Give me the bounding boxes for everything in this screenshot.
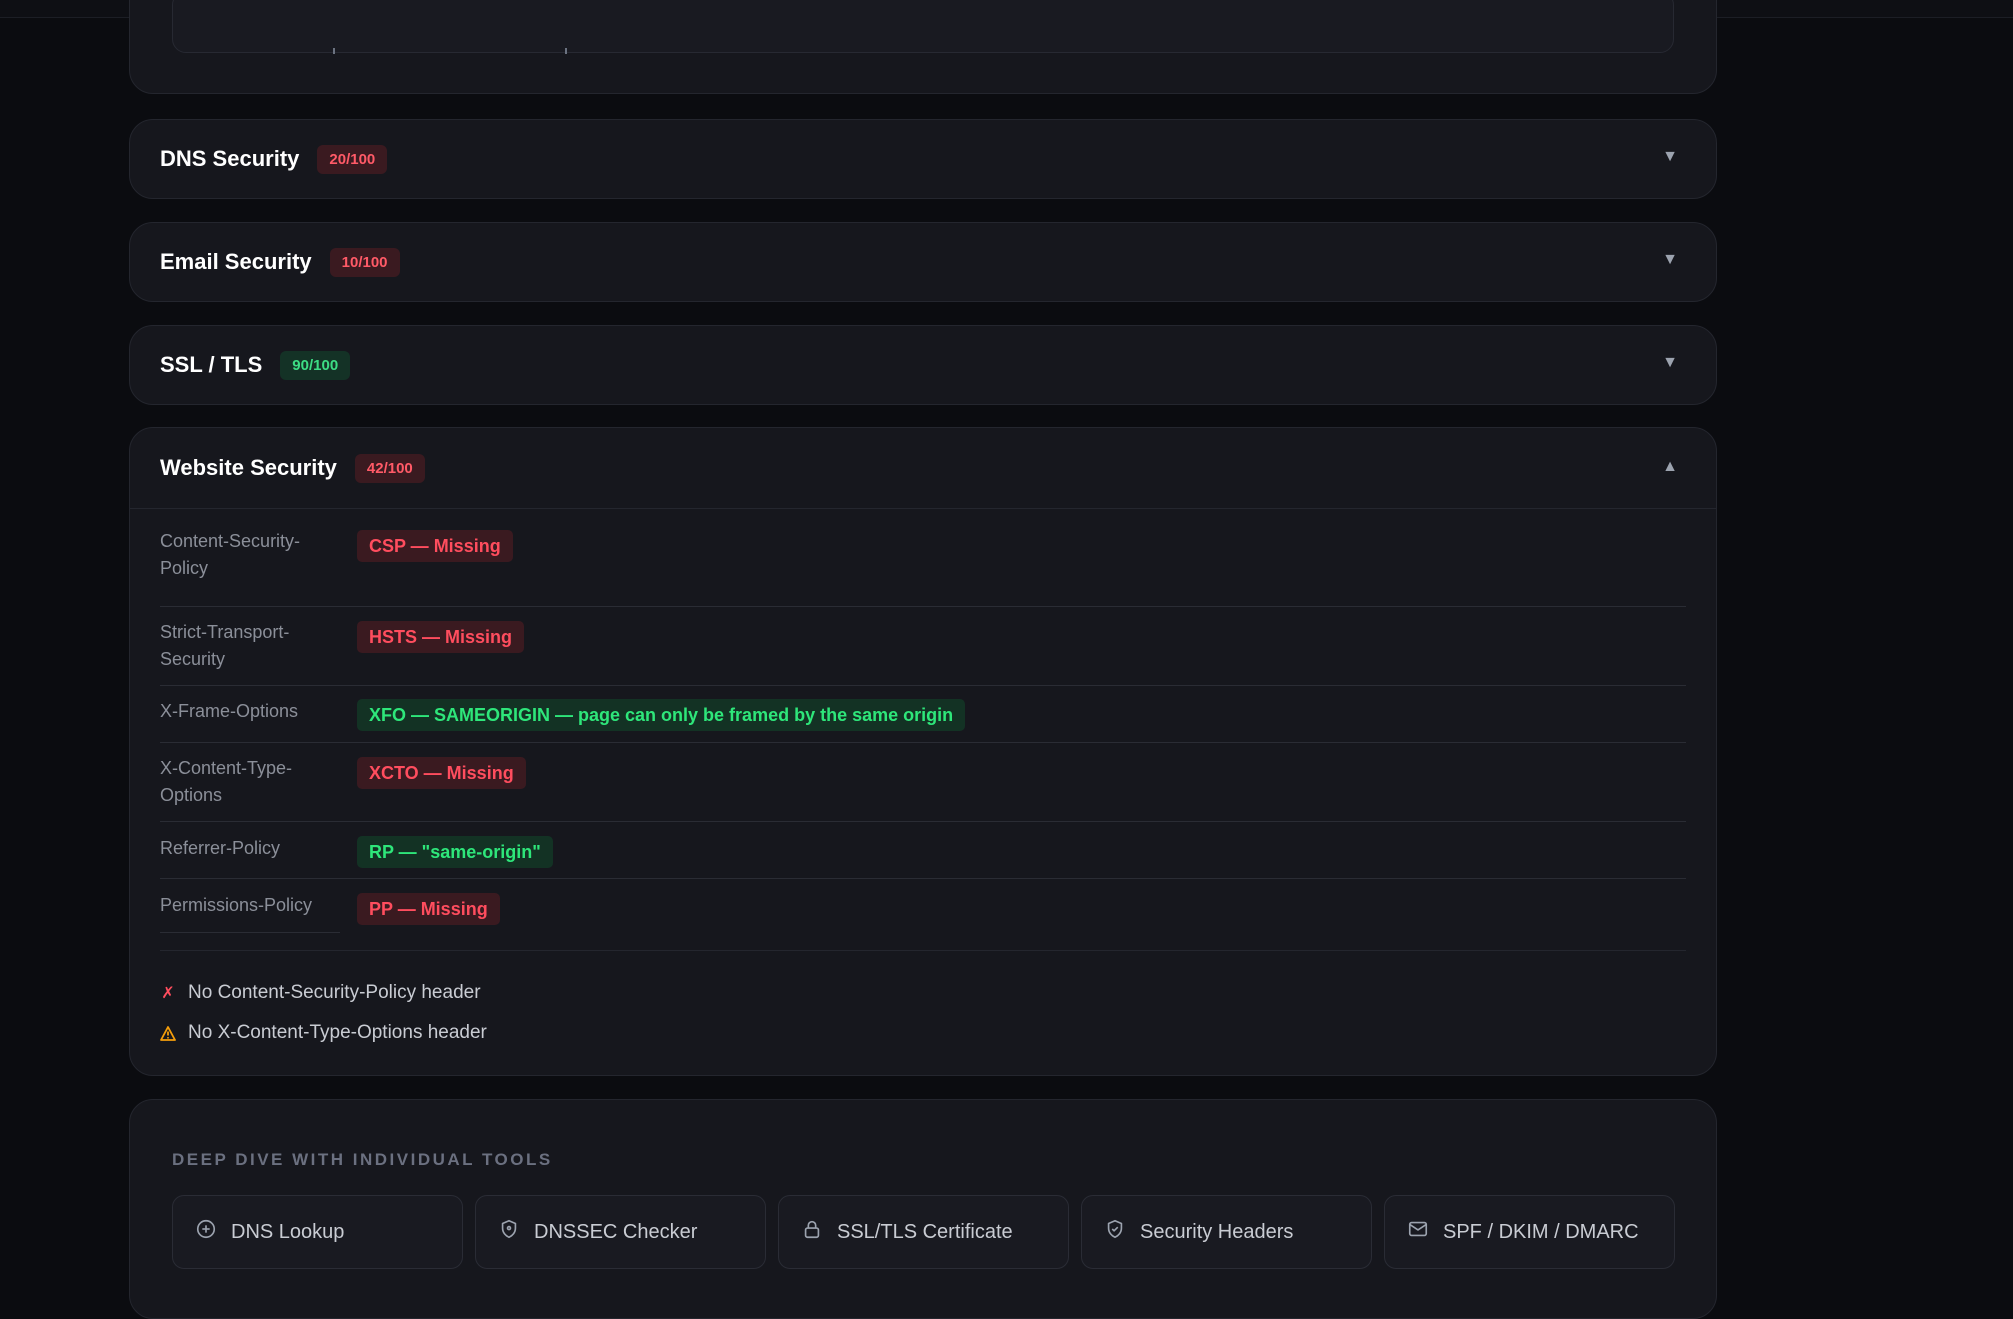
tool-security-headers-button[interactable]: Security Headers [1081,1195,1372,1269]
chevron-down-icon[interactable]: ▼ [1662,251,1678,269]
shield-icon [498,1218,520,1246]
issue-item: No X-Content-Type-Options header [160,1013,1686,1053]
section-title: Website Security [160,455,337,480]
header-row: X-Frame-Options XFO — SAMEORIGIN — page … [160,686,1686,743]
chevron-down-icon[interactable]: ▼ [1662,148,1678,166]
previous-card-inner-panel [172,0,1674,54]
panel-tick [565,48,567,54]
section-website-security: Website Security 42/100 ▲ Content-Securi… [129,427,1717,1076]
section-header[interactable]: Website Security 42/100 ▲ [160,428,1686,508]
section-dns-security[interactable]: DNS Security 20/100 ▼ [129,119,1717,199]
header-name: Content-Security-Policy [160,531,301,578]
tool-label: DNS Lookup [231,1220,345,1243]
header-name: Permissions-Policy [160,892,340,933]
section-divider [130,508,1716,509]
tool-dnssec-checker-button[interactable]: DNSSEC Checker [475,1195,766,1269]
tool-label: SSL/TLS Certificate [837,1220,1013,1243]
tool-ssl-tls-certificate-button[interactable]: SSL/TLS Certificate [778,1195,1069,1269]
section-header[interactable]: Email Security 10/100 ▼ [160,223,1686,301]
chevron-up-icon[interactable]: ▲ [1662,458,1678,476]
section-title: DNS Security [160,146,300,171]
header-name: X-Content-Type-Options [160,758,293,805]
section-title: Email Security [160,249,312,274]
header-name: Referrer-Policy [160,838,281,858]
section-title: SSL / TLS [160,352,263,377]
header-status-badge: XFO — SAMEORIGIN — page can only be fram… [357,699,966,731]
header-name: X-Frame-Options [160,701,299,721]
tool-label: SPF / DKIM / DMARC [1443,1220,1639,1243]
header-status-badge: RP — "same-origin" [357,836,553,868]
security-headers-table: Content-Security-Policy CSP — Missing St… [160,528,1686,935]
header-status-badge: CSP — Missing [357,530,513,562]
header-row: Permissions-Policy PP — Missing [160,879,1686,935]
lock-icon [801,1218,823,1246]
section-header[interactable]: DNS Security 20/100 ▼ [160,120,1686,198]
section-email-security[interactable]: Email Security 10/100 ▼ [129,222,1717,302]
tools-card: DEEP DIVE WITH INDIVIDUAL TOOLS DNS Look… [129,1099,1717,1319]
issue-item: ✗ No Content-Security-Policy header [160,973,1686,1013]
header-row: X-Content-Type-Options XCTO — Missing [160,743,1686,822]
score-badge: 10/100 [329,247,400,277]
shield-check-icon [1104,1218,1126,1246]
score-badge: 20/100 [317,144,388,174]
mail-icon [1407,1218,1429,1246]
issue-text: No X-Content-Type-Options header [188,1022,487,1043]
issues-list: ✗ No Content-Security-Policy header No X… [160,950,1686,1053]
tool-label: Security Headers [1140,1220,1294,1243]
tool-label: DNSSEC Checker [534,1220,698,1243]
score-badge: 90/100 [280,350,351,380]
header-row: Strict-Transport-Security HSTS — Missing [160,607,1686,686]
previous-card [129,0,1717,94]
chevron-down-icon[interactable]: ▼ [1662,354,1678,372]
section-ssl-tls[interactable]: SSL / TLS 90/100 ▼ [129,325,1717,405]
header-status-badge: HSTS — Missing [357,621,525,653]
issue-text: No Content-Security-Policy header [188,982,481,1003]
warning-icon [160,1025,176,1041]
plus-circle-icon [195,1218,217,1246]
section-header[interactable]: SSL / TLS 90/100 ▼ [160,326,1686,404]
x-mark-icon: ✗ [161,985,175,1002]
header-name: Strict-Transport-Security [160,622,290,669]
header-status-badge: PP — Missing [357,893,500,925]
header-row: Content-Security-Policy CSP — Missing [160,528,1686,607]
tool-spf-dkim-dmarc-button[interactable]: SPF / DKIM / DMARC [1384,1195,1675,1269]
tool-dns-lookup-button[interactable]: DNS Lookup [172,1195,463,1269]
panel-tick [333,48,335,54]
tools-title: DEEP DIVE WITH INDIVIDUAL TOOLS [172,1150,553,1169]
header-row: Referrer-Policy RP — "same-origin" [160,822,1686,879]
score-badge: 42/100 [354,453,425,483]
header-status-badge: XCTO — Missing [357,757,526,789]
